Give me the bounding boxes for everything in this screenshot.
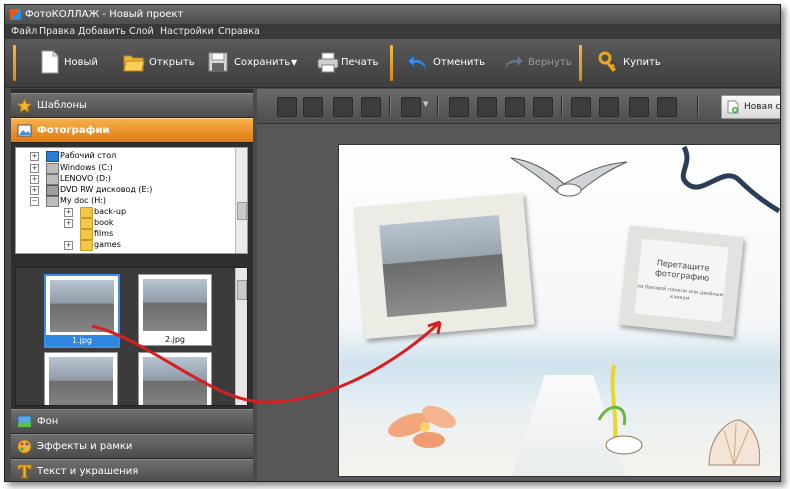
toolbar-separator xyxy=(579,45,582,81)
thumbnail-2[interactable]: 2.jpg xyxy=(138,274,212,346)
save-icon xyxy=(208,52,228,72)
bring-to-front-icon[interactable] xyxy=(333,97,353,117)
thumbnails-scrollbar[interactable] xyxy=(235,268,247,405)
print-button[interactable]: Печать xyxy=(317,45,381,81)
seagull-icon xyxy=(510,157,628,197)
effects-panel-header[interactable]: Эффекты и рамки xyxy=(11,434,253,459)
new-document-icon xyxy=(41,50,59,74)
photo-frame-empty[interactable]: Перетащите фотографию из боковой панели … xyxy=(619,225,744,337)
photos-panel-header[interactable]: Фотографии xyxy=(11,118,253,143)
drive-icon xyxy=(46,174,59,185)
thumbnail-3[interactable] xyxy=(44,352,118,405)
bring-forward-icon[interactable] xyxy=(277,97,297,117)
gear-icon[interactable] xyxy=(629,97,649,117)
dvd-icon xyxy=(46,185,59,196)
templates-panel-header[interactable]: Шаблоны xyxy=(11,93,253,118)
lock-icon[interactable] xyxy=(657,97,677,117)
editor-separator xyxy=(437,95,439,117)
send-to-back-icon[interactable] xyxy=(361,97,381,117)
flip-vertical-icon[interactable] xyxy=(533,97,553,117)
app-window: ФотоКОЛЛАЖ - Новый проект Файл Правка До… xyxy=(4,4,781,482)
palette-icon xyxy=(17,439,32,454)
menu-edit[interactable]: Правка xyxy=(39,24,75,39)
flower-icon xyxy=(388,405,456,448)
seashell-icon xyxy=(708,419,761,466)
flip-horizontal-icon[interactable] xyxy=(505,97,525,117)
menu-file[interactable]: Файл xyxy=(11,24,37,39)
key-icon xyxy=(598,51,617,72)
rotate-left-icon[interactable] xyxy=(449,97,469,117)
thumbnail-image xyxy=(50,280,114,332)
drive-icon xyxy=(46,196,59,207)
background-panel-header[interactable]: Фон xyxy=(11,409,253,434)
menu-bar: Файл Правка Добавить Слой Настройки Спра… xyxy=(5,24,780,39)
folder-icon xyxy=(80,218,93,229)
undo-button[interactable]: Отменить xyxy=(407,45,485,81)
star-icon xyxy=(17,98,32,113)
photo-icon xyxy=(17,124,32,137)
editor-separator xyxy=(389,95,391,117)
thumbnail-4[interactable] xyxy=(138,352,212,405)
menu-settings[interactable]: Настройки xyxy=(160,24,214,39)
tree-scrollbar-thumb[interactable] xyxy=(237,202,247,220)
new-page-button[interactable]: Новая с xyxy=(721,95,780,119)
text-panel-header[interactable]: Текст и украшения xyxy=(11,459,253,481)
editor-area: ▼ Новая с Перетащите фотографию из боков… xyxy=(257,89,780,481)
menu-help[interactable]: Справка xyxy=(218,24,260,39)
canvas-area: Перетащите фотографию из боковой панели … xyxy=(257,124,780,481)
open-button[interactable]: Открыть xyxy=(123,45,195,81)
folder-tree[interactable]: + Рабочий стол + Windows (C:) + LENOVO (… xyxy=(15,147,248,254)
undo-arrow-icon xyxy=(407,53,427,71)
main-toolbar: Новый Открыть Сохранить ▼ Печать Отменит… xyxy=(5,39,780,88)
save-dropdown-chevron-icon[interactable]: ▼ xyxy=(291,45,297,81)
collage-canvas[interactable]: Перетащите фотографию из боковой панели … xyxy=(338,144,780,477)
crop-icon[interactable] xyxy=(599,97,619,117)
tree-scrollbar[interactable] xyxy=(235,148,247,253)
editor-separator xyxy=(561,95,563,117)
toolbar-separator xyxy=(13,45,16,81)
app-icon xyxy=(10,9,21,20)
ribbon-icon xyxy=(680,145,780,214)
folder-icon xyxy=(80,229,93,240)
desktop-icon xyxy=(46,151,59,162)
align-dropdown-chevron-icon[interactable]: ▼ xyxy=(423,100,428,108)
save-button[interactable]: Сохранить ▼ xyxy=(207,45,302,81)
left-panel: Шаблоны Фотографии + Рабочий стол + Wind… xyxy=(11,89,253,481)
title-bar: ФотоКОЛЛАЖ - Новый проект xyxy=(5,5,780,24)
redo-arrow-icon xyxy=(504,53,524,71)
new-button[interactable]: Новый xyxy=(39,45,99,81)
background-icon xyxy=(17,415,32,428)
photo-thumbnails: 1.jpg 2.jpg xyxy=(15,267,248,406)
new-page-icon xyxy=(727,100,739,114)
toolbar-separator xyxy=(390,45,393,81)
open-folder-icon xyxy=(123,55,145,72)
thumbnail-1[interactable]: 1.jpg xyxy=(44,274,120,348)
placeholder-title: Перетащите фотографию xyxy=(654,258,710,283)
window-title: ФотоКОЛЛАЖ - Новый проект xyxy=(25,9,184,20)
placeholder-subtitle: из боковой панели или двойным кликом xyxy=(637,283,724,302)
delete-icon[interactable] xyxy=(571,97,591,117)
folder-icon xyxy=(80,207,93,218)
photo-frame-filled[interactable] xyxy=(353,192,535,340)
menu-add[interactable]: Добавить xyxy=(78,24,126,39)
thumbnails-scrollbar-thumb[interactable] xyxy=(237,280,247,300)
drive-icon xyxy=(46,163,59,174)
folder-icon xyxy=(80,240,93,251)
editor-toolbar: ▼ Новая с xyxy=(257,89,780,124)
framed-photo xyxy=(379,215,507,318)
menu-layer[interactable]: Слой xyxy=(129,24,154,39)
align-icon[interactable] xyxy=(401,97,421,117)
text-t-icon xyxy=(17,464,32,479)
rotate-right-icon[interactable] xyxy=(477,97,497,117)
printer-icon xyxy=(317,52,339,73)
thumbnail-image xyxy=(143,279,207,331)
redo-button[interactable]: Вернуть xyxy=(502,45,572,81)
send-backward-icon[interactable] xyxy=(303,97,323,117)
editor-separator xyxy=(697,95,699,117)
buy-button[interactable]: Купить xyxy=(597,45,661,81)
cocktail-icon xyxy=(597,364,643,455)
thumbnail-image xyxy=(143,357,207,405)
thumbnail-image xyxy=(49,357,113,405)
